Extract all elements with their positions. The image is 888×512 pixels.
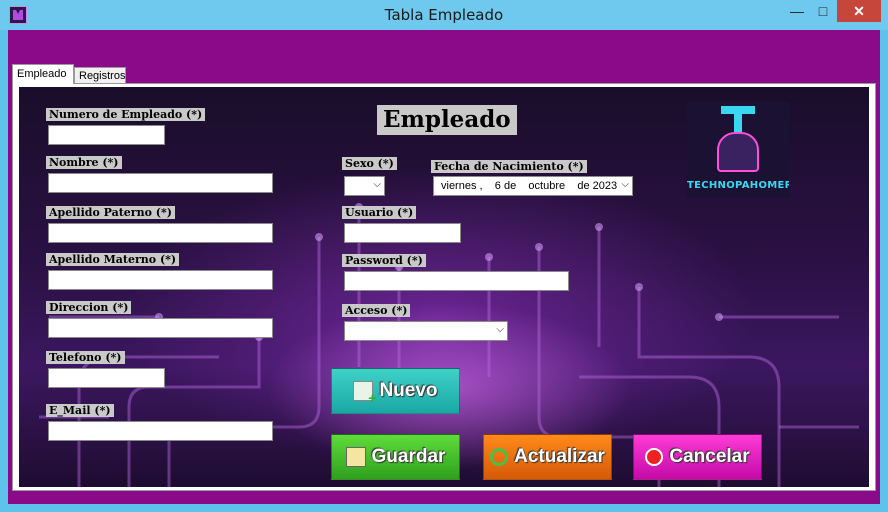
tab-panel-empleado: Empleado TECHNOPAHOMERO Numero de Emplea… — [12, 83, 876, 491]
tab-empleado[interactable]: Empleado — [12, 64, 74, 84]
usuario-label: Usuario (*) — [342, 206, 417, 219]
telefono-input[interactable] — [48, 368, 165, 388]
nombre-input[interactable] — [48, 173, 273, 193]
fecha-nacimiento-value: viernes , 6 de octubre de 2023 — [441, 180, 618, 192]
technopahomero-logo: TECHNOPAHOMERO — [687, 102, 789, 198]
cancelar-button-label: Cancelar — [669, 446, 750, 467]
direccion-input[interactable] — [48, 318, 273, 338]
email-label: E_Mail (*) — [46, 404, 114, 417]
password-input[interactable] — [344, 271, 569, 291]
sexo-select[interactable]: ⌵ — [344, 176, 385, 196]
refresh-icon — [490, 448, 509, 466]
save-icon — [345, 447, 366, 467]
logo-text: TECHNOPAHOMERO — [687, 180, 789, 191]
nombre-label: Nombre (*) — [46, 156, 122, 169]
acceso-select[interactable]: ⌵ — [344, 321, 508, 341]
window-client-area: Empleado Registros Empleado TECHNOPAHOME… — [8, 30, 880, 504]
direccion-label: Direccion (*) — [46, 301, 132, 314]
nuevo-button[interactable]: Nuevo — [331, 368, 460, 414]
password-label: Password (*) — [342, 254, 426, 267]
fecha-nacimiento-label: Fecha de Nacimiento (*) — [431, 160, 587, 173]
nuevo-button-label: Nuevo — [379, 380, 438, 401]
tab-registros[interactable]: Registros — [74, 67, 126, 84]
cancelar-button[interactable]: Cancelar — [633, 434, 762, 480]
apellido-paterno-label: Apellido Paterno (*) — [46, 206, 175, 219]
title-bar: Tabla Empleado — □ ✕ — [0, 0, 888, 30]
sexo-label: Sexo (*) — [342, 157, 397, 170]
cancel-icon — [645, 448, 664, 466]
apellido-materno-label: Apellido Materno (*) — [46, 253, 180, 266]
hacker-figure-icon — [717, 132, 759, 172]
numero-empleado-input[interactable] — [48, 125, 165, 145]
maximize-button[interactable]: □ — [812, 0, 834, 22]
chevron-down-icon: ⌵ — [621, 179, 629, 190]
acceso-label: Acceso (*) — [342, 304, 411, 317]
actualizar-button-label: Actualizar — [514, 446, 605, 467]
logo-t-stem — [734, 106, 742, 132]
usuario-input[interactable] — [344, 223, 461, 243]
background-image: Empleado TECHNOPAHOMERO Numero de Emplea… — [19, 87, 869, 487]
minimize-button[interactable]: — — [786, 0, 808, 22]
apellido-materno-input[interactable] — [48, 270, 273, 290]
apellido-paterno-input[interactable] — [48, 223, 273, 243]
window-title: Tabla Empleado — [384, 6, 504, 24]
guardar-button[interactable]: Guardar — [331, 434, 460, 480]
email-input[interactable] — [48, 421, 273, 441]
guardar-button-label: Guardar — [371, 446, 446, 467]
numero-empleado-label: Numero de Empleado (*) — [46, 108, 206, 121]
close-button[interactable]: ✕ — [837, 0, 881, 22]
page-heading: Empleado — [377, 105, 517, 135]
fecha-nacimiento-picker[interactable]: viernes , 6 de octubre de 2023 ⌵ — [433, 176, 633, 196]
chevron-down-icon: ⌵ — [373, 179, 381, 190]
new-document-icon — [353, 381, 376, 406]
actualizar-button[interactable]: Actualizar — [483, 434, 612, 480]
chevron-down-icon: ⌵ — [496, 324, 504, 335]
telefono-label: Telefono (*) — [46, 351, 125, 364]
